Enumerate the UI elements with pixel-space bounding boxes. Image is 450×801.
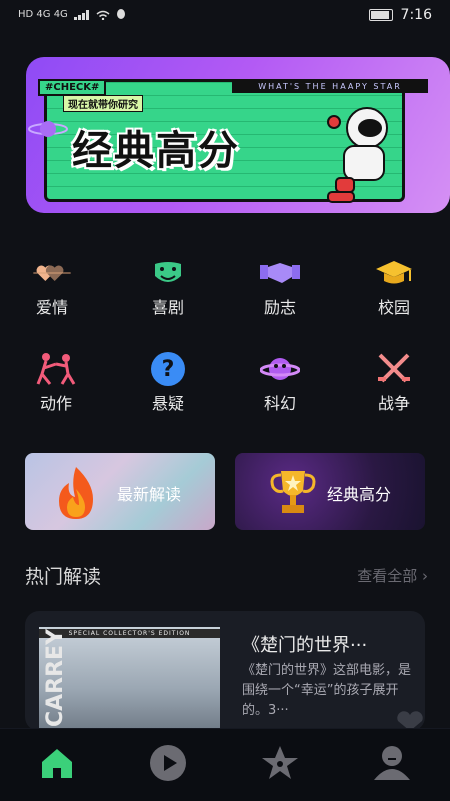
- feature-label: 最新解读: [117, 485, 182, 504]
- tab-profile[interactable]: [372, 743, 412, 783]
- flame-icon: [59, 467, 93, 519]
- crossed-swords-icon: [374, 353, 414, 384]
- view-all-label: 查看全部: [357, 567, 418, 585]
- category-romance[interactable]: 爱情: [17, 258, 87, 318]
- movie-poster: SPECIAL COLLECTOR'S EDITION CARREY: [39, 627, 220, 731]
- category-label: 科幻: [263, 394, 296, 413]
- category-label: 爱情: [35, 298, 68, 317]
- card-description: 《楚门的世界》这部电影，是围绕一个“幸运”的孩子展开的。3···: [242, 663, 412, 718]
- battery-icon: [368, 9, 393, 21]
- fighter-icon: [36, 353, 76, 385]
- chevron-right-icon: ›: [422, 567, 428, 585]
- category-label: 动作: [39, 394, 72, 413]
- view-all-link[interactable]: 查看全部 ›: [357, 565, 428, 586]
- banner-tag: #CHECK#: [38, 79, 107, 96]
- banner-subtitle: 现在就带你研究: [63, 95, 143, 112]
- banner-top-text: WHAT'S THE HAAPY STAR: [232, 79, 428, 93]
- category-label: 悬疑: [151, 394, 184, 413]
- card-title: 《楚门的世界···: [242, 635, 368, 656]
- heart-icon: [32, 258, 72, 288]
- astronaut-icon: [327, 107, 388, 203]
- svg-text:?: ?: [162, 357, 175, 382]
- latest-interpretation-card[interactable]: 最新解读: [25, 453, 215, 530]
- network-text: HD 4G 4G: [18, 9, 68, 20]
- poster-name: CARREY: [43, 628, 68, 727]
- planet-icon: [28, 121, 68, 137]
- tab-favorites[interactable]: [260, 743, 300, 783]
- status-time: 7:16: [400, 7, 432, 23]
- graduation-cap-icon: [374, 258, 414, 288]
- feature-label: 经典高分: [327, 485, 392, 504]
- question-icon: ?: [148, 352, 188, 386]
- user-icon: [374, 746, 410, 780]
- category-campus[interactable]: 校园: [359, 258, 429, 318]
- category-label: 喜剧: [151, 298, 184, 317]
- tab-play[interactable]: [148, 743, 188, 783]
- bottom-tab-bar: [0, 728, 450, 801]
- category-label: 校园: [377, 298, 410, 317]
- handshake-icon: [260, 258, 300, 288]
- banner-title: 经典高分: [72, 128, 240, 174]
- trophy-icon: [270, 471, 316, 513]
- category-mystery[interactable]: ? 悬疑: [133, 352, 203, 414]
- hot-card[interactable]: SPECIAL COLLECTOR'S EDITION CARREY 《楚门的世…: [25, 611, 425, 731]
- signal-icon: [73, 9, 89, 20]
- qq-icon: [116, 9, 125, 19]
- category-label: 励志: [263, 298, 296, 317]
- category-action[interactable]: 动作: [21, 353, 91, 414]
- category-comedy[interactable]: 喜剧: [133, 258, 203, 318]
- category-scifi[interactable]: 科幻: [245, 354, 315, 414]
- category-war[interactable]: 战争: [359, 353, 429, 414]
- planet-icon: [260, 354, 300, 384]
- status-bar: HD 4G 4G 7:16: [0, 0, 450, 32]
- tab-home[interactable]: [37, 743, 77, 783]
- wifi-icon: [96, 10, 110, 20]
- home-icon: [42, 749, 72, 778]
- hot-section-title: 热门解读: [25, 566, 102, 588]
- classic-high-score-card[interactable]: 经典高分: [235, 453, 425, 530]
- status-right: 7:16: [368, 7, 432, 23]
- status-indicators: HD 4G 4G: [18, 9, 126, 20]
- category-label: 战争: [377, 394, 410, 413]
- star-icon: [262, 746, 298, 779]
- play-icon: [150, 745, 186, 781]
- comedy-mask-icon: [148, 258, 188, 288]
- category-inspire[interactable]: 励志: [245, 258, 315, 318]
